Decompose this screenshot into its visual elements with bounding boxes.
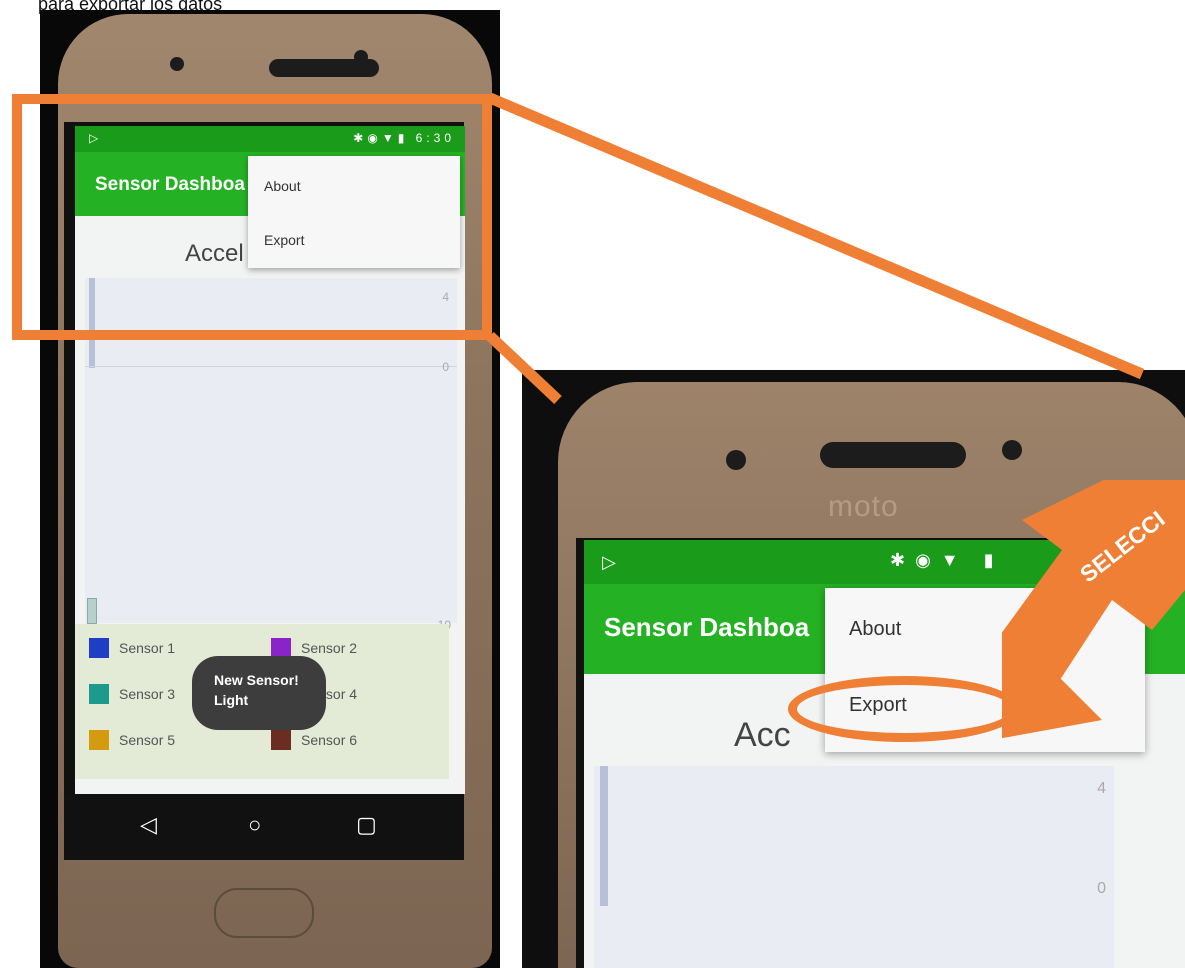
- legend-label: Sensor 2: [301, 640, 358, 656]
- legend-swatch: [271, 638, 291, 658]
- sensor-chart: 4 0: [594, 766, 1114, 968]
- chart-bar-bottom: [87, 598, 97, 624]
- right-phone-photo: moto ▷ ✱◉▼ ▮ Sensor Dashboa Acc 4 0 Abou…: [522, 370, 1185, 968]
- play-store-icon: ▷: [602, 552, 616, 572]
- legend-label: Sensor 5: [119, 732, 176, 748]
- app-title: Sensor Dashboa: [604, 612, 810, 642]
- home-icon[interactable]: ○: [248, 812, 261, 838]
- legend-label: Sensor 6: [301, 732, 358, 748]
- zero-line: [85, 366, 457, 367]
- front-camera-icon: [170, 57, 184, 71]
- legend-label: Sensor 3: [119, 686, 176, 702]
- toast-line: New Sensor!: [214, 672, 299, 688]
- toast-line: Light: [214, 692, 249, 708]
- legend-label: Sensor 1: [119, 640, 176, 656]
- back-icon[interactable]: ◁: [140, 812, 157, 838]
- legend-swatch: [271, 730, 291, 750]
- fingerprint-home-button: [214, 888, 314, 938]
- legend: Sensor 1 Sensor 2 Sensor 3 Sensor 4 Sens…: [75, 624, 449, 779]
- front-camera-icon: [726, 450, 746, 470]
- legend-swatch: [89, 730, 109, 750]
- tick-label: 0: [1097, 880, 1106, 897]
- chart-heading: Acc: [734, 716, 791, 754]
- status-icons: ✱◉▼ ▮: [890, 550, 1004, 570]
- brand-logo: moto: [828, 490, 899, 523]
- tick-label: 4: [1097, 780, 1106, 797]
- legend-swatch: [89, 684, 109, 704]
- sensor-dot-icon: [354, 50, 368, 64]
- highlight-box: [12, 94, 492, 340]
- tick-label: 0: [442, 360, 449, 374]
- menu-item-about[interactable]: About: [849, 618, 901, 641]
- chart-bar-top: [600, 766, 608, 906]
- toast: New Sensor! Light: [192, 656, 326, 730]
- nav-bar: ◁ ○ ▢: [64, 794, 464, 860]
- legend-swatch: [89, 638, 109, 658]
- earpiece: [820, 442, 966, 468]
- recents-icon[interactable]: ▢: [356, 812, 377, 838]
- export-highlight-ring: [788, 676, 1020, 742]
- sensor-dot-icon: [1002, 440, 1022, 460]
